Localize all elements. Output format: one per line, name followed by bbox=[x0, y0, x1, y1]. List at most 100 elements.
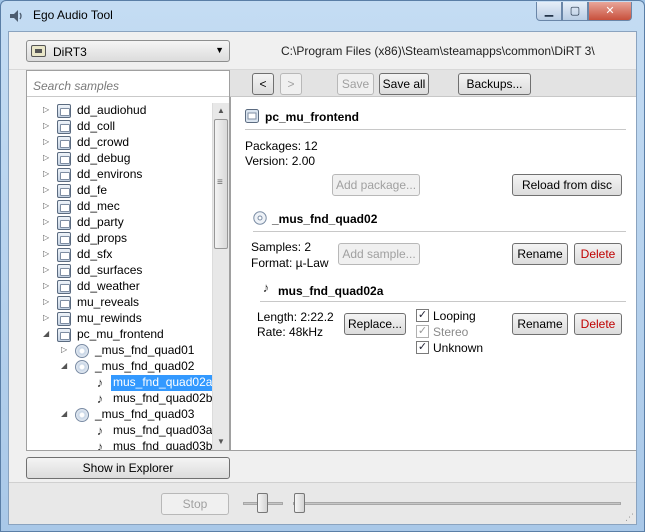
minimize-button[interactable]: ▁ bbox=[536, 2, 562, 21]
rename-bank-button[interactable]: Rename bbox=[512, 243, 568, 265]
expand-icon[interactable]: ▷ bbox=[43, 249, 53, 259]
tree-item-label: dd_crowd bbox=[77, 135, 130, 149]
tree-item[interactable]: ▷ dd_crowd bbox=[27, 135, 212, 151]
reload-from-disc-button[interactable]: Reload from disc bbox=[512, 174, 622, 196]
expand-icon[interactable]: ▷ bbox=[43, 121, 53, 131]
save-all-button[interactable]: Save all bbox=[379, 73, 429, 95]
forward-button[interactable]: > bbox=[280, 73, 302, 95]
title-bar[interactable]: Ego Audio Tool ▁ ▢ ✕ bbox=[1, 1, 644, 31]
game-icon bbox=[31, 45, 46, 57]
package-icon bbox=[57, 136, 71, 150]
player-bar: Stop ⋰ bbox=[9, 482, 636, 524]
tree-item-label: mus_fnd_quad02b bbox=[113, 391, 212, 405]
scroll-up-icon[interactable]: ▲ bbox=[213, 103, 229, 119]
details-panel: pc_mu_frontend Packages: 12 Version: 2.0… bbox=[230, 97, 636, 451]
tree-item[interactable]: ▷ dd_sfx bbox=[27, 247, 212, 263]
bank-name: _mus_fnd_quad02 bbox=[272, 212, 378, 226]
tree-item[interactable]: ▷ dd_party bbox=[27, 215, 212, 231]
tree-item[interactable]: ▷ mu_rewinds bbox=[27, 311, 212, 327]
expand-icon[interactable]: ▷ bbox=[61, 345, 71, 355]
expand-icon[interactable]: ▷ bbox=[43, 233, 53, 243]
tree-item[interactable]: ▷ dd_surfaces bbox=[27, 263, 212, 279]
tree-item[interactable]: ◢ _mus_fnd_quad03 bbox=[27, 407, 212, 423]
tree-item-label: dd_props bbox=[77, 231, 128, 245]
scroll-down-icon[interactable]: ▼ bbox=[213, 434, 229, 450]
header-bar: DiRT3 ▼ C:\Program Files (x86)\Steam\ste… bbox=[9, 32, 636, 70]
close-button[interactable]: ✕ bbox=[588, 2, 632, 21]
tree-item-label: pc_mu_frontend bbox=[77, 327, 164, 341]
music-note-icon: ♪ bbox=[262, 280, 270, 295]
expand-icon[interactable]: ▷ bbox=[43, 265, 53, 275]
tree-item[interactable]: ▷ _mus_fnd_quad01 bbox=[27, 343, 212, 359]
tree-item[interactable]: ▷ dd_audiohud bbox=[27, 103, 212, 119]
tree-scrollbar[interactable]: ▲ ▼ bbox=[212, 103, 229, 450]
tree-item[interactable]: ♪ mus_fnd_quad02a bbox=[27, 375, 212, 391]
package-icon bbox=[57, 232, 71, 246]
maximize-button[interactable]: ▢ bbox=[562, 2, 588, 21]
search-input[interactable]: Search samples bbox=[27, 71, 229, 97]
tree-item[interactable]: ▷ dd_mec bbox=[27, 199, 212, 215]
expand-icon[interactable]: ▷ bbox=[43, 105, 53, 115]
tree-item[interactable]: ◢ pc_mu_frontend bbox=[27, 327, 212, 343]
tree-item[interactable]: ▷ dd_environs bbox=[27, 167, 212, 183]
backups-button[interactable]: Backups... bbox=[458, 73, 531, 95]
tree-item[interactable]: ◢ _mus_fnd_quad02 bbox=[27, 359, 212, 375]
package-icon bbox=[57, 200, 71, 214]
add-package-button[interactable]: Add package... bbox=[332, 174, 420, 196]
tree-item[interactable]: ▷ dd_props bbox=[27, 231, 212, 247]
package-icon bbox=[57, 248, 71, 262]
expand-icon[interactable]: ▷ bbox=[43, 185, 53, 195]
tree-item[interactable]: ▷ dd_debug bbox=[27, 151, 212, 167]
tree-item[interactable]: ♪ mus_fnd_quad03a bbox=[27, 423, 212, 439]
tree-item[interactable]: ♪ mus_fnd_quad03b bbox=[27, 439, 212, 450]
expand-icon[interactable]: ▷ bbox=[43, 169, 53, 179]
seek-slider-thumb[interactable] bbox=[294, 493, 305, 513]
tree-item[interactable]: ▷ mu_reveals bbox=[27, 295, 212, 311]
checkmark-icon: ✓ bbox=[417, 341, 428, 353]
tree-item[interactable]: ▷ dd_coll bbox=[27, 119, 212, 135]
expand-icon[interactable]: ▷ bbox=[43, 297, 53, 307]
add-sample-button[interactable]: Add sample... bbox=[338, 243, 420, 265]
expand-icon[interactable]: ▷ bbox=[43, 313, 53, 323]
tree-item[interactable]: ▷ dd_fe bbox=[27, 183, 212, 199]
back-button[interactable]: < bbox=[252, 73, 274, 95]
expand-icon[interactable]: ▷ bbox=[43, 137, 53, 147]
package-icon bbox=[57, 280, 71, 294]
music-note-icon: ♪ bbox=[96, 423, 104, 438]
collapse-icon[interactable]: ◢ bbox=[43, 329, 53, 339]
tree-item-label: _mus_fnd_quad02 bbox=[95, 359, 195, 373]
collapse-icon[interactable]: ◢ bbox=[61, 361, 71, 371]
sample-name: mus_fnd_quad02a bbox=[278, 284, 384, 298]
disc-icon bbox=[75, 408, 89, 422]
seek-slider[interactable] bbox=[293, 502, 621, 505]
expand-icon[interactable]: ▷ bbox=[43, 201, 53, 211]
tree-item-label: dd_weather bbox=[77, 279, 140, 293]
delete-bank-button[interactable]: Delete bbox=[574, 243, 622, 265]
save-button[interactable]: Save bbox=[337, 73, 374, 95]
package-icon bbox=[57, 328, 71, 342]
unknown-checkbox[interactable]: ✓ bbox=[416, 341, 429, 354]
maximize-icon: ▢ bbox=[569, 5, 581, 17]
expand-icon[interactable]: ▷ bbox=[43, 153, 53, 163]
expand-icon[interactable]: ▷ bbox=[43, 281, 53, 291]
delete-sample-button[interactable]: Delete bbox=[574, 313, 622, 335]
scrollbar-thumb[interactable] bbox=[214, 119, 228, 249]
tree-item[interactable]: ♪ mus_fnd_quad02b bbox=[27, 391, 212, 407]
rename-sample-button[interactable]: Rename bbox=[512, 313, 568, 335]
tree-item-label: mus_fnd_quad03a bbox=[113, 423, 212, 437]
looping-checkbox[interactable]: ✓ bbox=[416, 309, 429, 322]
game-select[interactable]: DiRT3 ▼ bbox=[26, 40, 230, 62]
game-path: C:\Program Files (x86)\Steam\steamapps\c… bbox=[281, 44, 595, 58]
stop-button[interactable]: Stop bbox=[161, 493, 229, 515]
replace-button[interactable]: Replace... bbox=[344, 313, 406, 335]
show-in-explorer-button[interactable]: Show in Explorer bbox=[26, 457, 230, 479]
tree-item[interactable]: ▷ dd_weather bbox=[27, 279, 212, 295]
resize-grip-icon[interactable]: ⋰ bbox=[625, 513, 634, 522]
chevron-down-icon: ▼ bbox=[215, 45, 224, 55]
expand-icon[interactable]: ▷ bbox=[43, 217, 53, 227]
stereo-checkbox[interactable]: ✓ bbox=[416, 325, 429, 338]
collapse-icon[interactable]: ◢ bbox=[61, 409, 71, 419]
package-version: Version: 2.00 bbox=[245, 154, 316, 168]
volume-slider-thumb[interactable] bbox=[257, 493, 268, 513]
package-icon bbox=[57, 184, 71, 198]
